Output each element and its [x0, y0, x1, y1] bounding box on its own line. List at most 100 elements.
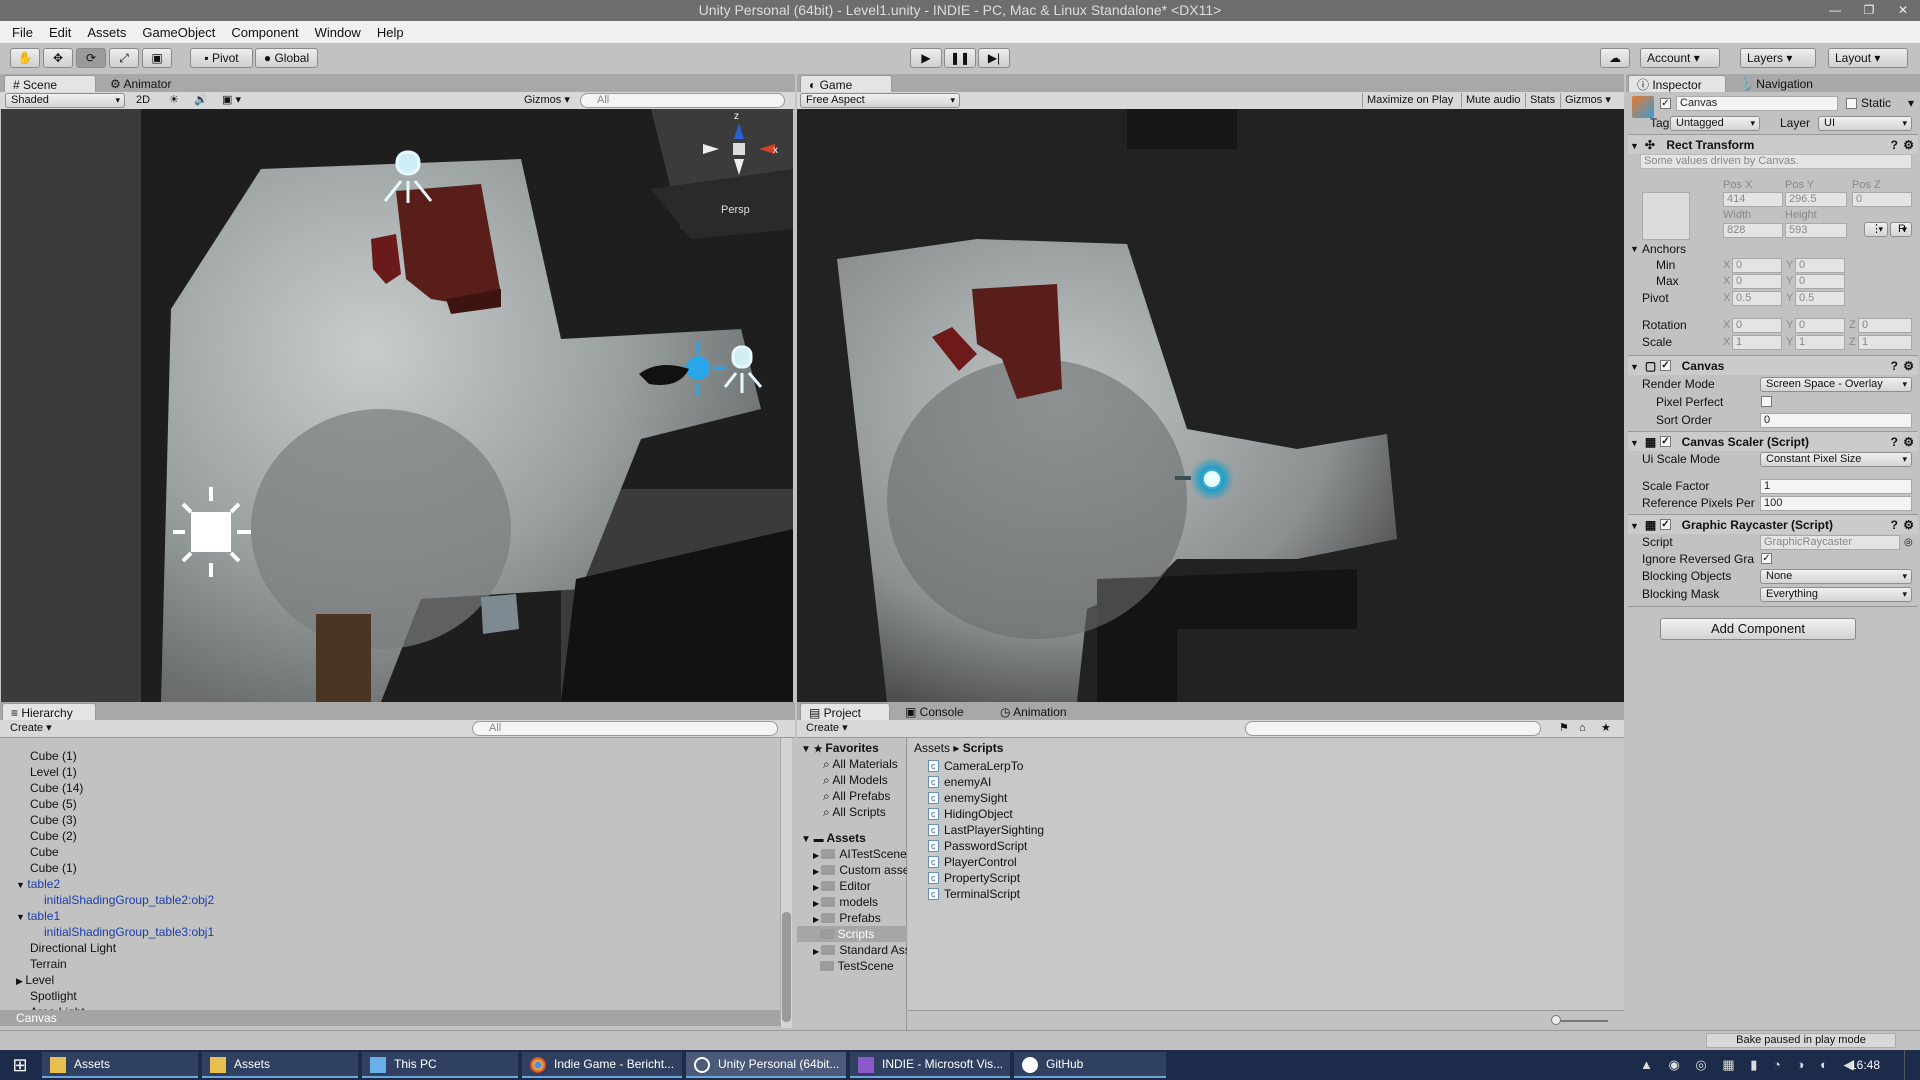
raw-edit-button[interactable]: R — [1890, 222, 1912, 237]
icon-size-slider[interactable] — [1553, 1020, 1608, 1022]
close-icon[interactable]: ✕ — [1886, 0, 1920, 21]
canvas-scaler-header[interactable]: ▼ ▦ ✓ Canvas Scaler (Script) ? ⚙ — [1628, 431, 1918, 451]
mute-audio-toggle[interactable]: Mute audio — [1461, 93, 1524, 108]
hierarchy-item[interactable]: Cube (1) — [0, 860, 77, 876]
folder-item[interactable]: ▶ models — [797, 894, 907, 910]
move-tool-icon[interactable]: ✥ — [43, 48, 73, 68]
menu-edit[interactable]: Edit — [41, 25, 79, 40]
pause-button[interactable]: ❚❚ — [944, 48, 976, 68]
rect-transform-header[interactable]: ▼ ✣ Rect Transform ? ⚙ — [1628, 134, 1918, 154]
favorite-item[interactable]: ⌕ All Prefabs — [797, 788, 907, 804]
breadcrumb-root[interactable]: Assets — [914, 741, 950, 755]
project-search-input[interactable] — [1245, 721, 1541, 736]
collapse-arrow-icon[interactable]: ▼ — [16, 912, 27, 922]
gizmos-dropdown[interactable]: Gizmos ▾ — [520, 93, 574, 108]
expand-arrow-icon[interactable]: ▶ — [813, 851, 821, 860]
global-toggle[interactable]: ● Global — [255, 48, 318, 68]
rot-y-field[interactable]: 0 — [1795, 318, 1845, 333]
folder-item[interactable]: TestScene — [797, 958, 907, 974]
pos-z-field[interactable]: 0 — [1852, 192, 1912, 207]
hierarchy-item[interactable]: Cube (14) — [0, 780, 83, 796]
canvas-scaler-enabled-checkbox[interactable]: ✓ — [1660, 436, 1671, 447]
tab-inspector[interactable]: ⓘ Inspector — [1628, 75, 1726, 93]
game-view[interactable] — [797, 109, 1624, 702]
rot-x-field[interactable]: 0 — [1732, 318, 1782, 333]
expand-arrow-icon[interactable]: ▶ — [813, 915, 821, 924]
tab-navigation[interactable]: ⚓ Navigation — [1730, 75, 1821, 93]
folder-item[interactable]: ▶ Custom assets — [797, 862, 907, 878]
scene-view[interactable]: z x Persp — [1, 109, 793, 702]
menu-help[interactable]: Help — [369, 25, 412, 40]
minimize-icon[interactable]: — — [1818, 0, 1852, 21]
script-file[interactable]: enemySight — [928, 790, 1007, 806]
pivot-toggle[interactable]: ▪ Pivot — [190, 48, 253, 68]
hierarchy-item[interactable]: Spotlight — [0, 988, 77, 1004]
hierarchy-selected-row[interactable]: Canvas — [0, 1010, 780, 1026]
hierarchy-item[interactable]: Directional Light — [0, 940, 116, 956]
ref-ppu-field[interactable]: 100 — [1760, 496, 1912, 511]
expand-arrow-icon[interactable]: ▶ — [16, 976, 25, 986]
cloud-icon[interactable]: ☁ — [1600, 48, 1630, 68]
static-dropdown-icon[interactable]: ▾ — [1908, 96, 1914, 111]
tag-dropdown[interactable]: Untagged — [1670, 116, 1760, 131]
folder-item[interactable]: Scripts — [797, 926, 907, 942]
expand-arrow-icon[interactable] — [813, 963, 820, 972]
audio-icon[interactable]: 🔊 — [190, 93, 212, 108]
menu-file[interactable]: File — [4, 25, 41, 40]
tab-console[interactable]: ▣ Console — [897, 703, 972, 721]
ui-scale-mode-dropdown[interactable]: Constant Pixel Size — [1760, 452, 1912, 467]
tab-animator[interactable]: ⚙ Animator — [102, 75, 179, 93]
folder-item[interactable]: ▶ Standard Assets — [797, 942, 907, 958]
menu-window[interactable]: Window — [307, 25, 369, 40]
raycaster-settings-icon[interactable]: ⚙ — [1903, 515, 1914, 535]
expand-arrow-icon[interactable]: ▶ — [813, 883, 821, 892]
taskbar-item-assets-1[interactable]: Assets — [42, 1052, 198, 1078]
script-file[interactable]: enemyAI — [928, 774, 991, 790]
script-file[interactable]: PlayerControl — [928, 854, 1017, 870]
blocking-objects-dropdown[interactable]: None — [1760, 569, 1912, 584]
aspect-dropdown[interactable]: Free Aspect — [800, 93, 960, 108]
shading-dropdown[interactable]: Shaded — [5, 93, 125, 108]
show-desktop-button[interactable] — [1904, 1050, 1916, 1080]
account-dropdown[interactable]: Account ▾ — [1640, 48, 1720, 68]
script-file[interactable]: HidingObject — [928, 806, 1013, 822]
component-settings-icon[interactable]: ⚙ — [1903, 135, 1914, 155]
menu-gameobject[interactable]: GameObject — [134, 25, 223, 40]
add-component-button[interactable]: Add Component — [1660, 618, 1856, 640]
expand-arrow-icon[interactable]: ▶ — [813, 867, 821, 876]
layers-dropdown[interactable]: Layers ▾ — [1740, 48, 1816, 68]
pos-x-field[interactable]: 414 — [1723, 192, 1783, 207]
tab-project[interactable]: ▤ Project — [800, 703, 890, 721]
effects-icon[interactable]: ▣ ▾ — [218, 93, 245, 108]
breadcrumb-current[interactable]: Scripts — [963, 741, 1004, 755]
width-field[interactable]: 828 — [1723, 223, 1783, 238]
script-file[interactable]: LastPlayerSighting — [928, 822, 1044, 838]
graphic-raycaster-header[interactable]: ▼ ▦ ✓ Graphic Raycaster (Script) ? ⚙ — [1628, 514, 1918, 534]
layout-dropdown[interactable]: Layout ▾ — [1828, 48, 1908, 68]
taskbar-item-github[interactable]: GitHub — [1014, 1052, 1166, 1078]
scale-x-field[interactable]: 1 — [1732, 335, 1782, 350]
raycaster-enabled-checkbox[interactable]: ✓ — [1660, 519, 1671, 530]
icon-size-slider-thumb[interactable] — [1551, 1015, 1561, 1025]
hierarchy-search-input[interactable]: All — [472, 721, 778, 736]
expand-arrow-icon[interactable] — [813, 931, 820, 940]
step-button[interactable]: ▶| — [978, 48, 1010, 68]
hierarchy-item[interactable]: Cube — [0, 844, 59, 860]
taskbar-item-visual-studio[interactable]: INDIE - Microsoft Vis... — [850, 1052, 1010, 1078]
stats-toggle[interactable]: Stats — [1525, 93, 1559, 108]
taskbar-item-assets-2[interactable]: Assets — [202, 1052, 358, 1078]
tree-section[interactable]: ▼ ★ Favorites — [797, 740, 879, 756]
favorite-item[interactable]: ⌕ All Scripts — [797, 804, 907, 820]
scale-factor-field[interactable]: 1 — [1760, 479, 1912, 494]
sort-order-field[interactable]: 0 — [1760, 413, 1912, 428]
filter-type-icon[interactable]: ⚑ — [1555, 721, 1573, 736]
rot-z-field[interactable]: 0 — [1858, 318, 1912, 333]
mode-2d-toggle[interactable]: 2D — [132, 93, 154, 108]
object-picker-icon[interactable]: ◎ — [1904, 535, 1913, 550]
ignore-reversed-checkbox[interactable]: ✓ — [1761, 553, 1772, 564]
scale-tool-icon[interactable]: ⤢ — [109, 48, 139, 68]
object-name-field[interactable]: Canvas — [1676, 96, 1838, 111]
active-checkbox[interactable]: ✓ — [1660, 98, 1671, 109]
favorite-item[interactable]: ⌕ All Materials — [797, 756, 907, 772]
maximize-on-play-toggle[interactable]: Maximize on Play — [1362, 93, 1457, 108]
